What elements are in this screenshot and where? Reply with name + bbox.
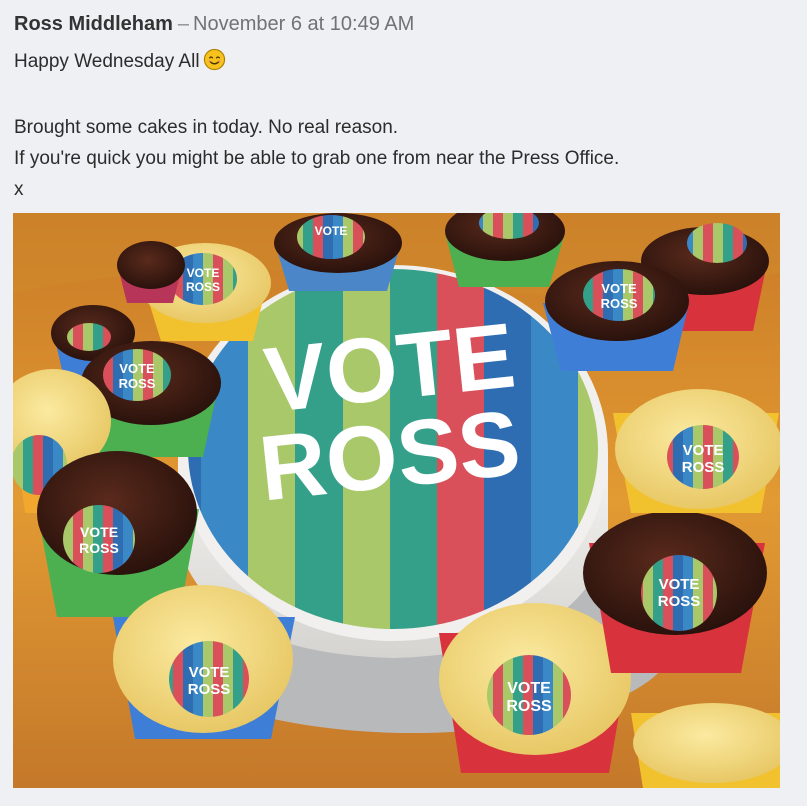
cupcake-text: VOTE xyxy=(119,361,155,376)
header-separator: – xyxy=(177,13,190,35)
cupcake: VOTE ROSS xyxy=(543,261,689,371)
cupcake-text: ROSS xyxy=(186,280,220,294)
cupcake-text: VOTE xyxy=(187,266,220,280)
cupcake-text: ROSS xyxy=(188,681,231,698)
cupcake-text: VOTE xyxy=(683,442,724,459)
cupcake-text: ROSS xyxy=(601,296,638,311)
cupcake: VOTE ROSS xyxy=(583,511,767,673)
message-line-4: If you're quick you might be able to gra… xyxy=(14,148,620,169)
cupcake-text: VOTE xyxy=(507,680,551,697)
cupcake-text: VOTE xyxy=(80,524,118,540)
cupcake xyxy=(117,241,185,303)
cupcake-text: VOTE xyxy=(601,281,637,296)
cupcake-text: VOTE xyxy=(189,664,230,681)
cupcake-text: ROSS xyxy=(682,459,725,476)
message-blank-line xyxy=(14,81,794,112)
smiling-face-icon xyxy=(203,48,226,81)
cupcake xyxy=(445,213,565,287)
cupcake: VOTE xyxy=(274,213,402,291)
post-timestamp[interactable]: November 6 at 10:49 AM xyxy=(193,13,414,35)
message-line-5: x xyxy=(14,179,24,200)
cupcake-text: VOTE xyxy=(315,224,348,238)
cupcake-text: VOTE xyxy=(659,576,700,593)
cupcake-text: ROSS xyxy=(506,698,552,715)
cupcake-text: ROSS xyxy=(79,540,119,556)
message-line-3: Brought some cakes in today. No real rea… xyxy=(14,117,399,138)
message-line-1-text: Happy Wednesday All xyxy=(14,51,200,72)
cupcake xyxy=(631,703,780,788)
cupcake-text: ROSS xyxy=(119,376,156,391)
cake-photo-illustration: VOTE ROSS VOTE VOTE ROSS VOTE ROSS VOTE … xyxy=(13,213,780,788)
message-line-1: Happy Wednesday All xyxy=(14,46,794,81)
author-name[interactable]: Ross Middleham xyxy=(14,13,173,35)
cupcake-text: ROSS xyxy=(658,593,701,610)
post-photo[interactable]: VOTE ROSS VOTE VOTE ROSS VOTE ROSS VOTE … xyxy=(13,213,780,788)
post: Ross Middleham – November 6 at 10:49 AM Ha… xyxy=(14,10,794,205)
cupcake: VOTE ROSS xyxy=(113,585,295,739)
post-message: Happy Wednesday All Brought some cakes i… xyxy=(14,46,794,205)
post-header: Ross Middleham – November 6 at 10:49 AM xyxy=(14,10,794,38)
